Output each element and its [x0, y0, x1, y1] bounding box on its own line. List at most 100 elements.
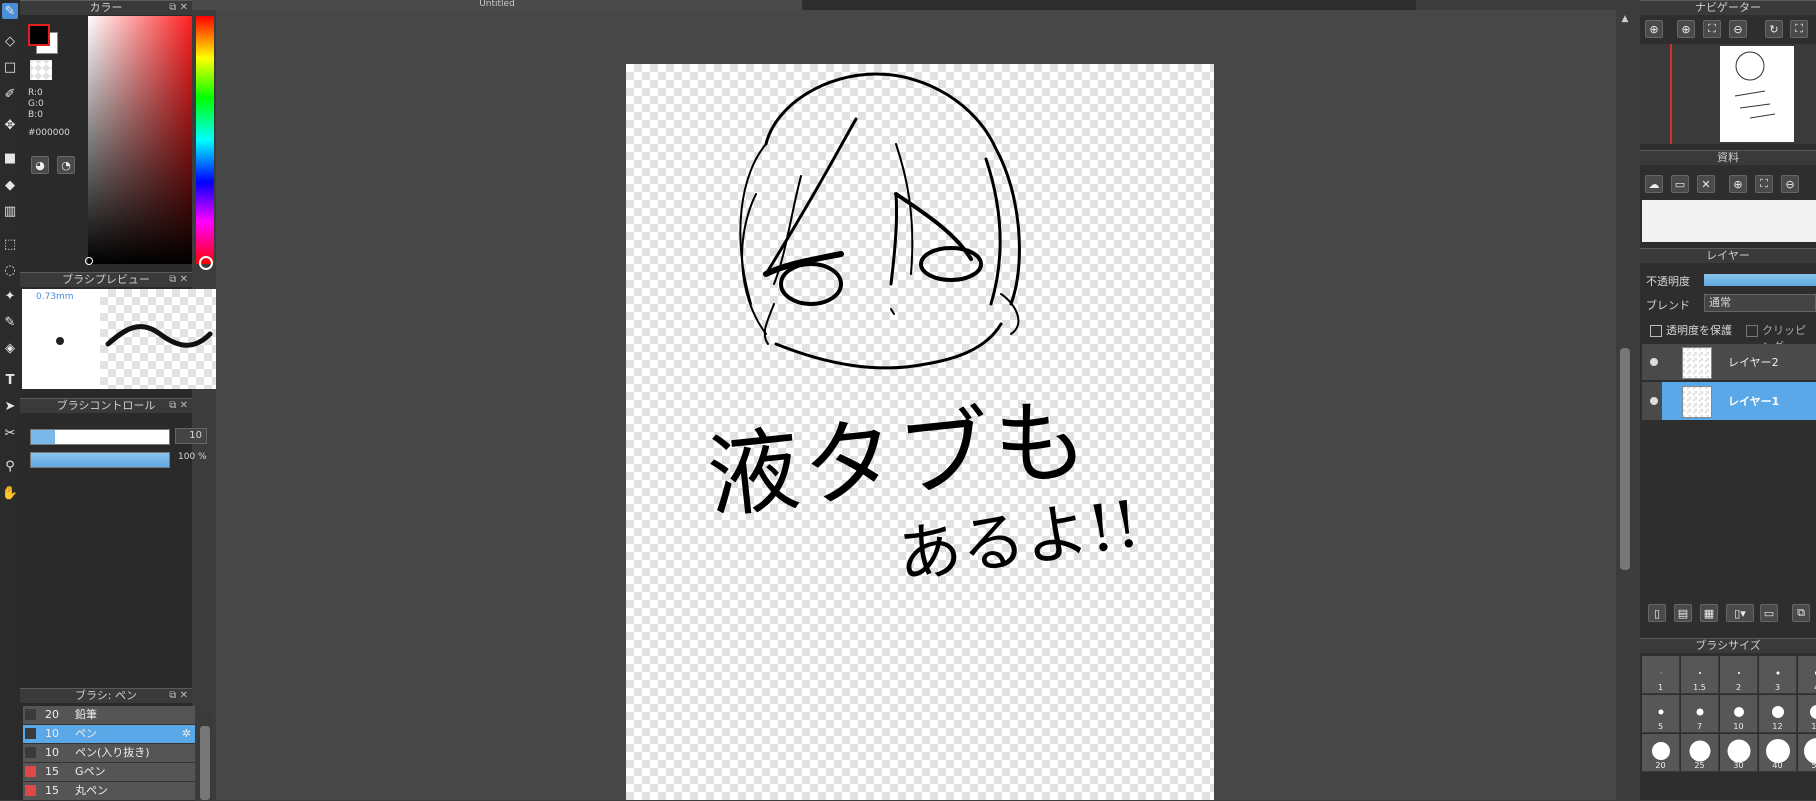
close-icon[interactable]: ✕ [180, 2, 188, 13]
shape-tool-icon[interactable]: □ [2, 59, 18, 75]
magic-wand-tool-icon[interactable]: ✦ [2, 288, 18, 304]
layer-add-menu-icon[interactable]: ▯▾ [1726, 604, 1754, 622]
close-icon[interactable]: ✕ [180, 400, 188, 411]
close-icon[interactable]: ✕ [180, 274, 188, 285]
text-tool-icon[interactable]: T [2, 372, 18, 388]
layer-opacity-slider[interactable] [1704, 274, 1816, 286]
new-layer-icon[interactable]: ▯ [1648, 604, 1666, 622]
brush-size-cell[interactable]: 20 [1642, 734, 1680, 772]
move-tool-icon[interactable]: ✥ [2, 117, 18, 133]
protect-alpha-checkbox[interactable] [1650, 325, 1662, 337]
blend-mode-select[interactable]: 通常 [1704, 294, 1816, 312]
select-pen-tool-icon[interactable]: ✎ [2, 314, 18, 330]
zoom-out-icon[interactable]: ⊖ [1729, 20, 1747, 38]
brush-list-item[interactable]: 15 Gペン [23, 763, 195, 782]
new-halftone-layer-icon[interactable]: ▦ [1700, 604, 1718, 622]
eraser-tool-icon[interactable]: ◇ [2, 33, 18, 49]
brush-opacity-slider[interactable] [30, 452, 170, 468]
brush-size-cell[interactable]: 15 [1798, 695, 1816, 733]
eyedropper-tool-icon[interactable]: ⚲ [2, 458, 18, 474]
brush-list-item[interactable]: 15 丸ペン [23, 782, 195, 801]
brush-size-cell[interactable]: 5 [1642, 695, 1680, 733]
bucket-tool-icon[interactable]: ◆ [2, 177, 18, 193]
material-header: 資料 [1640, 150, 1816, 165]
brush-list-item[interactable]: 20 鉛筆 [23, 706, 195, 725]
brush-tool-icon[interactable]: ✐ [2, 86, 18, 102]
palette-settings-button[interactable]: ◔ [57, 156, 75, 174]
palette-button[interactable]: ◕ [31, 156, 49, 174]
material-zoom-in-icon[interactable]: ⊕ [1729, 175, 1747, 193]
brush-size-cell[interactable]: 3 [1759, 656, 1797, 694]
brush-list-item[interactable]: 10 ペン(入り抜き) [23, 744, 195, 763]
brush-list-item[interactable]: 10 ペン ✲ [23, 725, 195, 744]
brush-size-cell[interactable]: 30 [1720, 734, 1758, 772]
saturation-value-picker[interactable] [85, 16, 192, 265]
close-material-icon[interactable]: ✕ [1697, 175, 1715, 193]
brush-size-mm: 0.73mm [36, 292, 74, 302]
brush-size-cell[interactable]: 4 [1798, 656, 1816, 694]
document-tab[interactable]: Untitled [192, 0, 802, 10]
fit-screen-icon[interactable]: ⛶ [1703, 20, 1721, 38]
popout-icon[interactable]: ⧉ [169, 2, 176, 13]
layer-name: レイヤー2 [1728, 356, 1779, 369]
scroll-up-icon[interactable]: ▲ [1618, 14, 1632, 24]
brush-size-slider[interactable] [30, 429, 170, 445]
rect-fill-tool-icon[interactable]: ■ [2, 150, 18, 166]
layer-row[interactable]: レイヤー2 [1642, 344, 1816, 381]
brush-size-cell[interactable]: 7 [1681, 695, 1719, 733]
hue-slider[interactable] [196, 16, 214, 270]
brush-size-cell[interactable]: 2 [1720, 656, 1758, 694]
divide-tool-icon[interactable]: ✂ [2, 425, 18, 441]
pen-tool-icon[interactable]: ✎ [2, 3, 18, 19]
brush-color-swatch [25, 785, 36, 796]
brush-size-cell[interactable]: 12 [1759, 695, 1797, 733]
zoom-in-icon[interactable]: ⊕ [1677, 20, 1695, 38]
brush-preview-header: ブラシプレビュー ⧉ ✕ [20, 272, 192, 287]
drawing-canvas[interactable]: 液タブも あるよ!! [626, 64, 1214, 800]
popout-icon[interactable]: ⧉ [169, 274, 176, 285]
cloud-icon[interactable]: ☁ [1645, 175, 1663, 193]
brush-list-scroll-thumb[interactable] [200, 726, 210, 800]
rotate-icon[interactable]: ↻ [1765, 20, 1783, 38]
select-eraser-tool-icon[interactable]: ◈ [2, 340, 18, 356]
transparent-color-swatch[interactable] [30, 60, 52, 80]
canvas-vertical-scrollbar[interactable]: ▲ [1618, 14, 1632, 800]
brush-list-scrollbar[interactable] [198, 712, 212, 800]
navigator-zoom-icon[interactable]: ⊕ [1645, 20, 1663, 38]
brush-size-cell[interactable]: 1.5 [1681, 656, 1719, 694]
popout-icon[interactable]: ⧉ [169, 690, 176, 701]
sv-picker-handle[interactable] [85, 257, 93, 265]
rect-select-tool-icon[interactable]: ⬚ [2, 236, 18, 252]
brush-size-cell[interactable]: 50 [1798, 734, 1816, 772]
brush-size-cell[interactable]: 25 [1681, 734, 1719, 772]
navigator-viewport[interactable] [1640, 44, 1816, 144]
brush-size-cell[interactable]: 1 [1642, 656, 1680, 694]
close-icon[interactable]: ✕ [180, 690, 188, 701]
canvas-scroll-thumb[interactable] [1620, 348, 1630, 570]
layer-visibility-icon[interactable] [1650, 397, 1658, 405]
folder-open-icon[interactable]: ▭ [1671, 175, 1689, 193]
foreground-color-swatch[interactable] [28, 24, 50, 46]
brush-size-value[interactable]: 10 [175, 428, 207, 444]
brush-size-cell[interactable]: 10 [1720, 695, 1758, 733]
clipping-checkbox[interactable] [1746, 325, 1758, 337]
material-zoom-out-icon[interactable]: ⊖ [1781, 175, 1799, 193]
material-fit-icon[interactable]: ⛶ [1755, 175, 1773, 193]
protect-alpha-label: 透明度を保護 [1666, 324, 1732, 337]
popout-icon[interactable]: ⧉ [169, 400, 176, 411]
brush-size-cell[interactable]: 40 [1759, 734, 1797, 772]
gradient-tool-icon[interactable]: ▥ [2, 203, 18, 219]
new-raster-layer-icon[interactable]: ▤ [1674, 604, 1692, 622]
brush-color-swatch [25, 747, 36, 758]
lasso-tool-icon[interactable]: ◌ [2, 262, 18, 278]
layer-folder-icon[interactable]: ▭ [1760, 604, 1778, 622]
hand-tool-icon[interactable]: ✋ [2, 485, 18, 501]
operation-tool-icon[interactable]: ➤ [2, 398, 18, 414]
hue-slider-handle[interactable] [199, 256, 213, 270]
fullscreen-icon[interactable]: ⛶ [1790, 20, 1808, 38]
brush-settings-icon[interactable]: ✲ [182, 725, 191, 743]
layer-visibility-icon[interactable] [1650, 358, 1658, 366]
layer-row[interactable]: レイヤー1 [1642, 382, 1816, 420]
layer-duplicate-icon[interactable]: ⧉ [1792, 604, 1810, 622]
navigator-thumbnail [1720, 46, 1794, 142]
